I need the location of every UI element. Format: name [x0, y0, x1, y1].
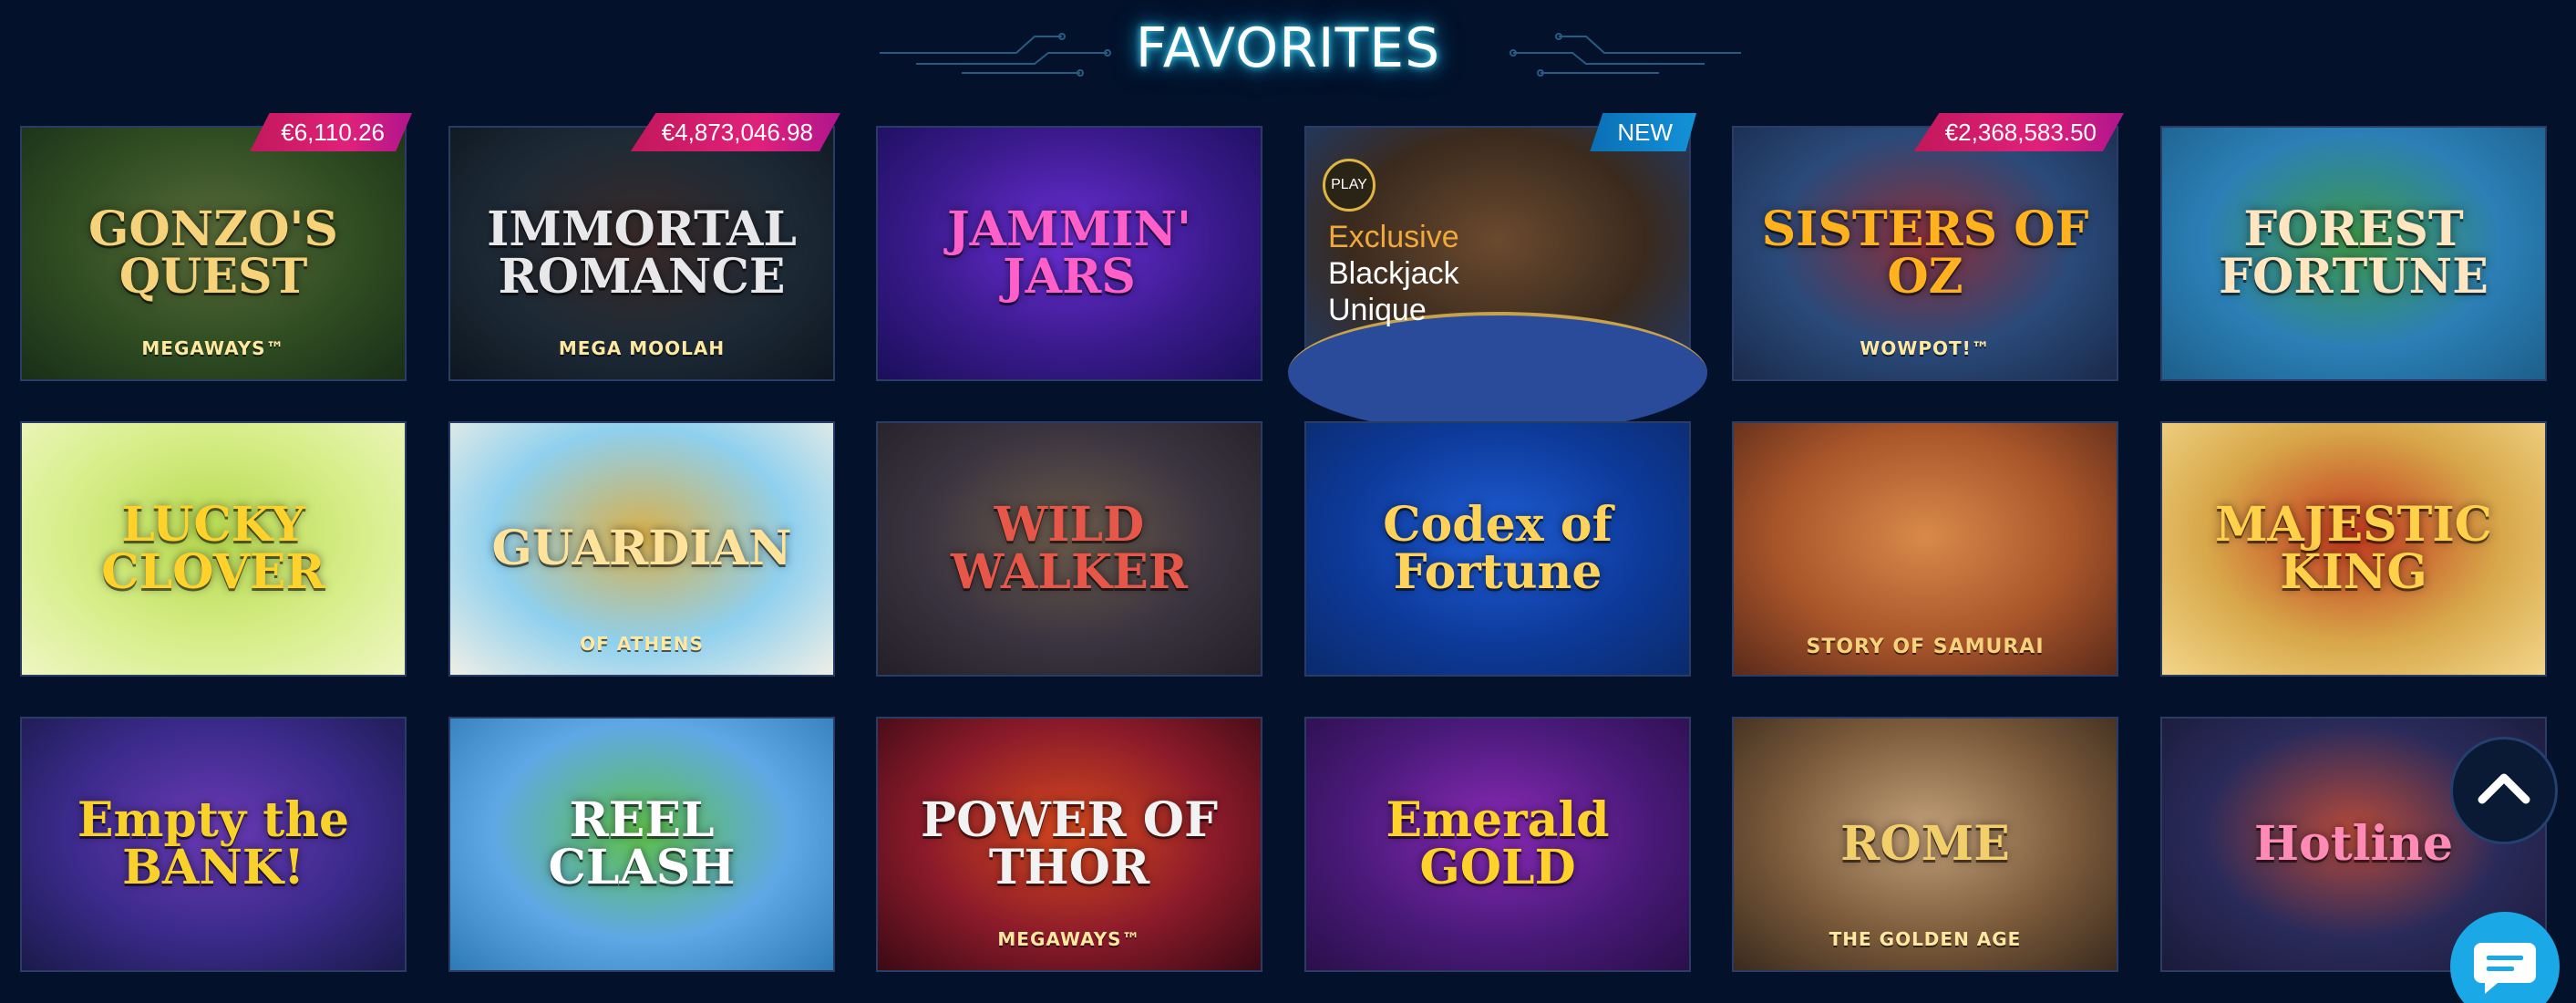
game-title: Emerald GOLD [1386, 792, 1610, 895]
circuit-decoration-right-icon [1510, 33, 1741, 77]
game-title: MAJESTIC KING [2214, 497, 2493, 600]
game-subtitle: THE GOLDEN AGE [1829, 928, 2022, 950]
game-tile[interactable]: JAMMIN' JARS [876, 126, 1262, 381]
chevron-up-icon [2478, 773, 2530, 804]
game-title: FOREST FORTUNE [2219, 202, 2488, 305]
game-title: REEL CLASH [548, 792, 736, 895]
jackpot-badge: €4,873,046.98 [630, 113, 840, 151]
game-subtitle: OF ATHENS [580, 633, 704, 655]
game-tile[interactable]: FOREST FORTUNE [2160, 126, 2547, 381]
game-subtitle: MEGAWAYS™ [997, 928, 1141, 950]
live-game-tagline: Exclusive Blackjack Unique [1328, 219, 1459, 328]
game-title: JAMMIN' JARS [947, 202, 1191, 305]
game-tile[interactable]: Emerald GOLD [1304, 717, 1691, 972]
tagline-line: Exclusive [1328, 220, 1459, 254]
section-title: FAVORITES [1135, 16, 1441, 80]
game-tile[interactable]: LUCKY CLOVER [20, 421, 407, 677]
tagline-line: Unique [1328, 293, 1427, 327]
game-subtitle: MEGAWAYS™ [141, 337, 285, 359]
game-title: WILD WALKER [950, 497, 1189, 600]
game-title: Codex of Fortune [1383, 497, 1613, 600]
jackpot-badge: €6,110.26 [250, 113, 412, 151]
chat-bubble-icon [2474, 943, 2536, 994]
game-subtitle: MEGA MOOLAH [558, 337, 726, 359]
game-title: LUCKY CLOVER [101, 497, 325, 600]
tagline-line: Blackjack [1328, 256, 1459, 291]
game-tile[interactable]: Codex of Fortune [1304, 421, 1691, 677]
game-title: ROME [1840, 816, 2010, 872]
scroll-to-top-button[interactable] [2450, 737, 2558, 844]
game-tile[interactable]: ROME THE GOLDEN AGE [1732, 717, 2118, 972]
game-title: GUARDIAN [491, 521, 792, 576]
game-tile[interactable]: Empty the BANK! [20, 717, 407, 972]
game-title: Empty the BANK! [77, 792, 350, 895]
jackpot-badge: €2,368,583.50 [1913, 113, 2124, 151]
game-tile[interactable]: PLAY Exclusive Blackjack Unique NEW [1288, 113, 1707, 434]
section-header: FAVORITES [0, 0, 2576, 109]
game-tile[interactable]: POWER OF THOR MEGAWAYS™ [876, 717, 1262, 972]
game-tile[interactable]: SISTERS OF OZ WOWPOT!™ €2,368,583.50 [1732, 113, 2124, 381]
game-tile[interactable]: STORY OF SAMURAI [1732, 421, 2118, 677]
game-title: POWER OF THOR [921, 792, 1218, 895]
new-badge: NEW [1590, 113, 1696, 151]
chat-button[interactable] [2450, 912, 2560, 1003]
game-subtitle: STORY OF SAMURAI [1806, 636, 2045, 658]
game-tile[interactable]: IMMORTAL ROMANCE MEGA MOOLAH €4,873,046.98 [448, 113, 840, 381]
favorites-page: FAVORITES GONZO'S QUEST MEGAWAYS™ €6,110.2… [0, 0, 2576, 1003]
game-tile[interactable]: WILD WALKER [876, 421, 1262, 677]
game-tile[interactable]: MAJESTIC KING [2160, 421, 2547, 677]
blackjack-table [1288, 312, 1707, 434]
game-tile[interactable]: GUARDIAN OF ATHENS [448, 421, 835, 677]
game-title: SISTERS OF OZ [1761, 202, 2089, 305]
game-subtitle: WOWPOT!™ [1860, 337, 1991, 359]
game-tile[interactable]: GONZO'S QUEST MEGAWAYS™ €6,110.26 [20, 113, 412, 381]
game-title: GONZO'S QUEST [88, 202, 338, 305]
game-title: IMMORTAL ROMANCE [487, 202, 797, 305]
game-tile[interactable]: REEL CLASH [448, 717, 835, 972]
play-chip-icon: PLAY [1323, 159, 1376, 212]
